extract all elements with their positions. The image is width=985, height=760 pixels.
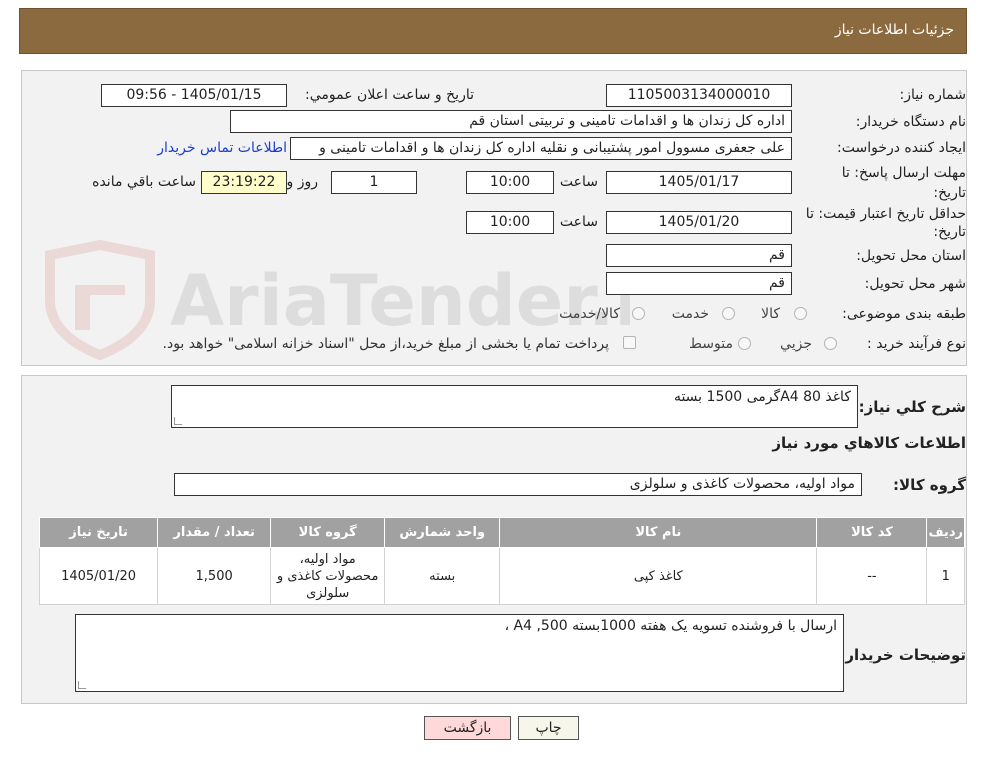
cell-item-code: -- xyxy=(816,547,928,605)
process-radio-minor[interactable] xyxy=(824,337,837,350)
process-label: نوع فرآيند خريد : xyxy=(867,336,966,352)
city-label: شهر محل تحويل: xyxy=(864,276,966,292)
need-number-field: 1105003134000010 xyxy=(606,84,792,107)
process-radio-medium[interactable] xyxy=(738,337,751,350)
items-table-header-row: رديف کد کالا نام کالا واحد شمارش گروه کا… xyxy=(38,517,965,548)
back-button[interactable]: بازگشت xyxy=(424,716,511,740)
buyer-notes-text: ارسال با فروشنده تسویه یک هفته 1000بسته … xyxy=(504,618,837,634)
col-item-group: گروه کالا xyxy=(270,517,386,548)
validity-date-field: 1405/01/20 xyxy=(606,211,792,234)
category-option-goods: کالا xyxy=(761,306,780,322)
validity-time-field: 10:00 xyxy=(466,211,554,234)
process-option-medium: متوسط xyxy=(689,336,733,352)
cell-unit: بسته xyxy=(384,547,501,605)
remaining-time-label: ساعت باقي مانده xyxy=(92,174,196,190)
category-radio-both[interactable] xyxy=(632,307,645,320)
category-radio-goods[interactable] xyxy=(794,307,807,320)
table-row: 1 -- کاغذ کپی بسته مواد اولیه، محصولات ک… xyxy=(38,547,965,605)
validity-label-date: تاريخ: xyxy=(933,224,966,240)
process-option-minor: جزيي xyxy=(780,336,812,352)
items-section-title: اطلاعات کالاهاي مورد نياز xyxy=(772,434,966,452)
col-need-date: تاريخ نياز xyxy=(38,517,159,548)
category-radio-service[interactable] xyxy=(722,307,735,320)
city-field: قم xyxy=(606,272,792,295)
category-option-service: خدمت xyxy=(671,306,709,322)
remaining-days-field: 1 xyxy=(331,171,417,194)
print-button[interactable]: چاپ xyxy=(518,716,579,740)
treasury-payment-checkbox[interactable] xyxy=(623,336,636,349)
cell-need-date: 1405/01/20 xyxy=(38,547,159,605)
province-field: قم xyxy=(606,244,792,267)
col-row-number: رديف xyxy=(926,517,965,548)
validity-label: حداقل تاريخ اعتبار قيمت: تا xyxy=(805,206,966,222)
need-number-label: شماره نیاز: xyxy=(899,87,967,103)
deadline-date-field: 1405/01/17 xyxy=(606,171,792,194)
remaining-time-field: 23:19:22 xyxy=(201,171,287,194)
announce-datetime-field: 1405/01/15 - 09:56 xyxy=(101,84,287,107)
buyer-field: اداره کل زندان ها و اقدامات تامینی و ترب… xyxy=(230,110,792,133)
resize-handle-icon[interactable] xyxy=(174,417,182,425)
cell-row-number: 1 xyxy=(926,547,965,605)
col-item-name: نام کالا xyxy=(499,517,818,548)
cell-quantity: 1,500 xyxy=(157,547,272,605)
deadline-time-label: ساعت xyxy=(559,174,598,190)
goods-group-label: گروه کالا: xyxy=(893,476,966,494)
cell-item-name: کاغذ کپی xyxy=(499,547,818,605)
deadline-label-date: تاريخ: xyxy=(933,185,966,201)
need-description-label: شرح کلي نياز: xyxy=(858,398,966,416)
cell-item-group: مواد اولیه، محصولات کاغذی و سلولزی xyxy=(270,547,386,605)
treasury-payment-note: پرداخت تمام يا بخشی از مبلغ خريد،از محل … xyxy=(162,336,609,352)
category-label: طبقه بندی موضوعی: xyxy=(842,306,966,322)
buyer-contact-link[interactable]: اطلاعات تماس خريدار xyxy=(157,140,287,156)
buyer-label: نام دستگاه خريدار: xyxy=(855,114,966,130)
page-header: جزئیات اطلاعات نیاز xyxy=(19,8,967,54)
goods-group-field: مواد اولیه، محصولات کاغذی و سلولزی xyxy=(174,473,862,496)
need-description-text: کاغذ A4 80گرمی 1500 بسته xyxy=(673,389,851,405)
creator-label: ايجاد کننده درخواست: xyxy=(837,140,966,156)
col-quantity: تعداد / مقدار xyxy=(157,517,272,548)
col-unit: واحد شمارش xyxy=(384,517,501,548)
deadline-time-field: 10:00 xyxy=(466,171,554,194)
deadline-label: مهلت ارسال پاسخ: تا xyxy=(841,165,966,181)
page-title: جزئیات اطلاعات نیاز xyxy=(834,22,954,38)
buyer-notes-field: ارسال با فروشنده تسویه یک هفته 1000بسته … xyxy=(75,614,844,692)
validity-time-label: ساعت xyxy=(559,214,598,230)
col-item-code: کد کالا xyxy=(816,517,928,548)
buyer-notes-label: توضيحات خريدار: xyxy=(839,646,966,664)
category-option-both: کالا/خدمت xyxy=(559,306,620,322)
creator-field: علی جعفری مسوول امور پشتیبانی و نقلیه اد… xyxy=(290,137,792,160)
resize-handle-icon[interactable] xyxy=(78,681,86,689)
announce-datetime-label: تاریخ و ساعت اعلان عمومي: xyxy=(305,87,474,103)
remaining-days-label: روز و xyxy=(286,174,319,190)
items-table: رديف کد کالا نام کالا واحد شمارش گروه کا… xyxy=(38,517,965,605)
need-description-field: کاغذ A4 80گرمی 1500 بسته xyxy=(171,385,858,428)
province-label: استان محل تحويل: xyxy=(856,248,966,264)
